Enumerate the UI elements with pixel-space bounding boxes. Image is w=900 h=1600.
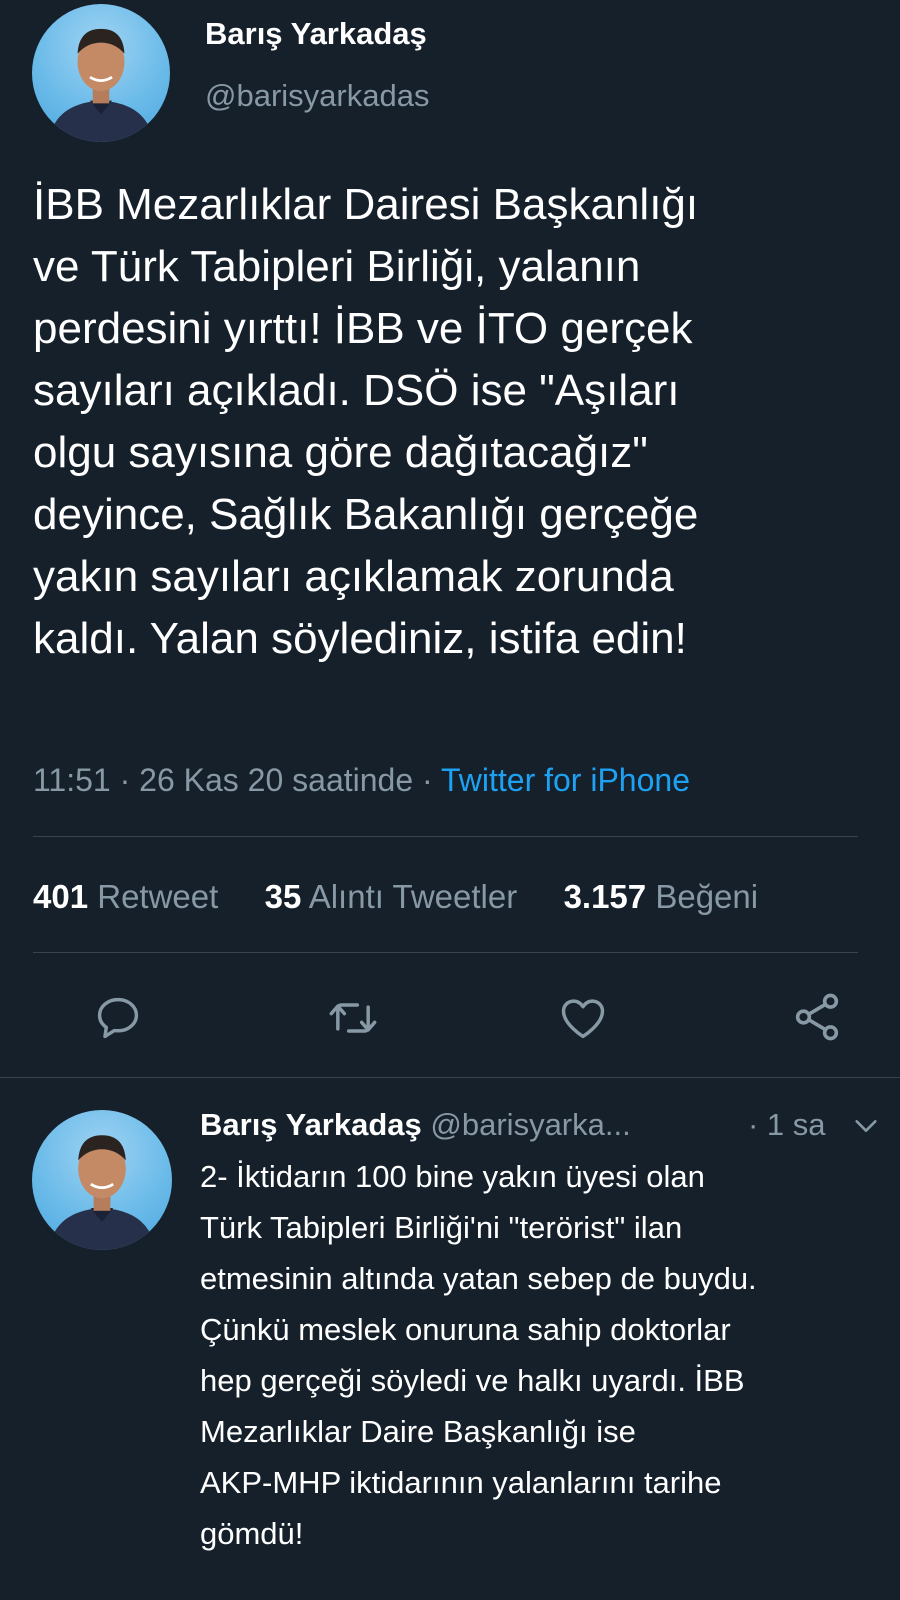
quotes-count: 35 <box>264 878 302 915</box>
divider-top <box>33 836 858 837</box>
chevron-down-icon <box>855 1120 877 1132</box>
tweet-source-link[interactable]: Twitter for iPhone <box>441 762 690 798</box>
retweets-count: 401 <box>33 878 89 915</box>
reply-author-avatar[interactable] <box>32 1110 172 1250</box>
divider-bottom <box>33 952 858 953</box>
author-name[interactable]: Barış Yarkadaş <box>205 16 427 52</box>
person-photo-icon <box>48 1135 156 1250</box>
author-handle[interactable]: @barisyarkadas <box>205 78 429 114</box>
likes-count: 3.157 <box>563 878 647 915</box>
tweet-time: 11:51 · 26 Kas 20 saatinde · <box>33 762 441 798</box>
reply-more-button[interactable] <box>852 1116 880 1141</box>
retweet-button[interactable] <box>326 992 380 1044</box>
retweets-label: Retweet <box>97 878 219 915</box>
tweet-timestamp: 11:51 · 26 Kas 20 saatinde · Twitter for… <box>33 762 690 799</box>
tweet-text: İBB Mezarlıklar Dairesi Başkanlığı ve Tü… <box>33 180 699 663</box>
share-icon <box>795 993 839 1041</box>
retweet-icon <box>329 1003 377 1033</box>
reply-button[interactable] <box>92 992 144 1044</box>
reply-author-handle[interactable]: @barisyarka... <box>430 1107 630 1142</box>
author-avatar[interactable] <box>32 4 170 142</box>
tweet-stats: 401 Retweet 35 Alıntı Tweetler 3.157 Beğ… <box>33 878 758 916</box>
like-button[interactable] <box>556 992 610 1044</box>
reply-text: 2- İktidarın 100 bine yakın üyesi olan T… <box>200 1159 757 1551</box>
like-icon <box>561 999 605 1039</box>
quotes-stat[interactable]: 35 Alıntı Tweetler <box>265 878 518 915</box>
reply-author-name[interactable]: Barış Yarkadaş <box>200 1107 422 1142</box>
reply-icon <box>97 997 139 1039</box>
reply-time[interactable]: · 1 sa <box>748 1107 826 1143</box>
reply-header: Barış Yarkadaş @barisyarka... <box>200 1107 631 1143</box>
retweets-stat[interactable]: 401 Retweet <box>33 878 218 915</box>
quotes-label: Alıntı Tweetler <box>308 878 518 915</box>
divider-thread <box>0 1077 900 1078</box>
likes-label: Beğeni <box>655 878 759 915</box>
likes-stat[interactable]: 3.157 Beğeni <box>564 878 759 915</box>
person-photo-icon <box>48 28 154 142</box>
share-button[interactable] <box>790 990 844 1044</box>
